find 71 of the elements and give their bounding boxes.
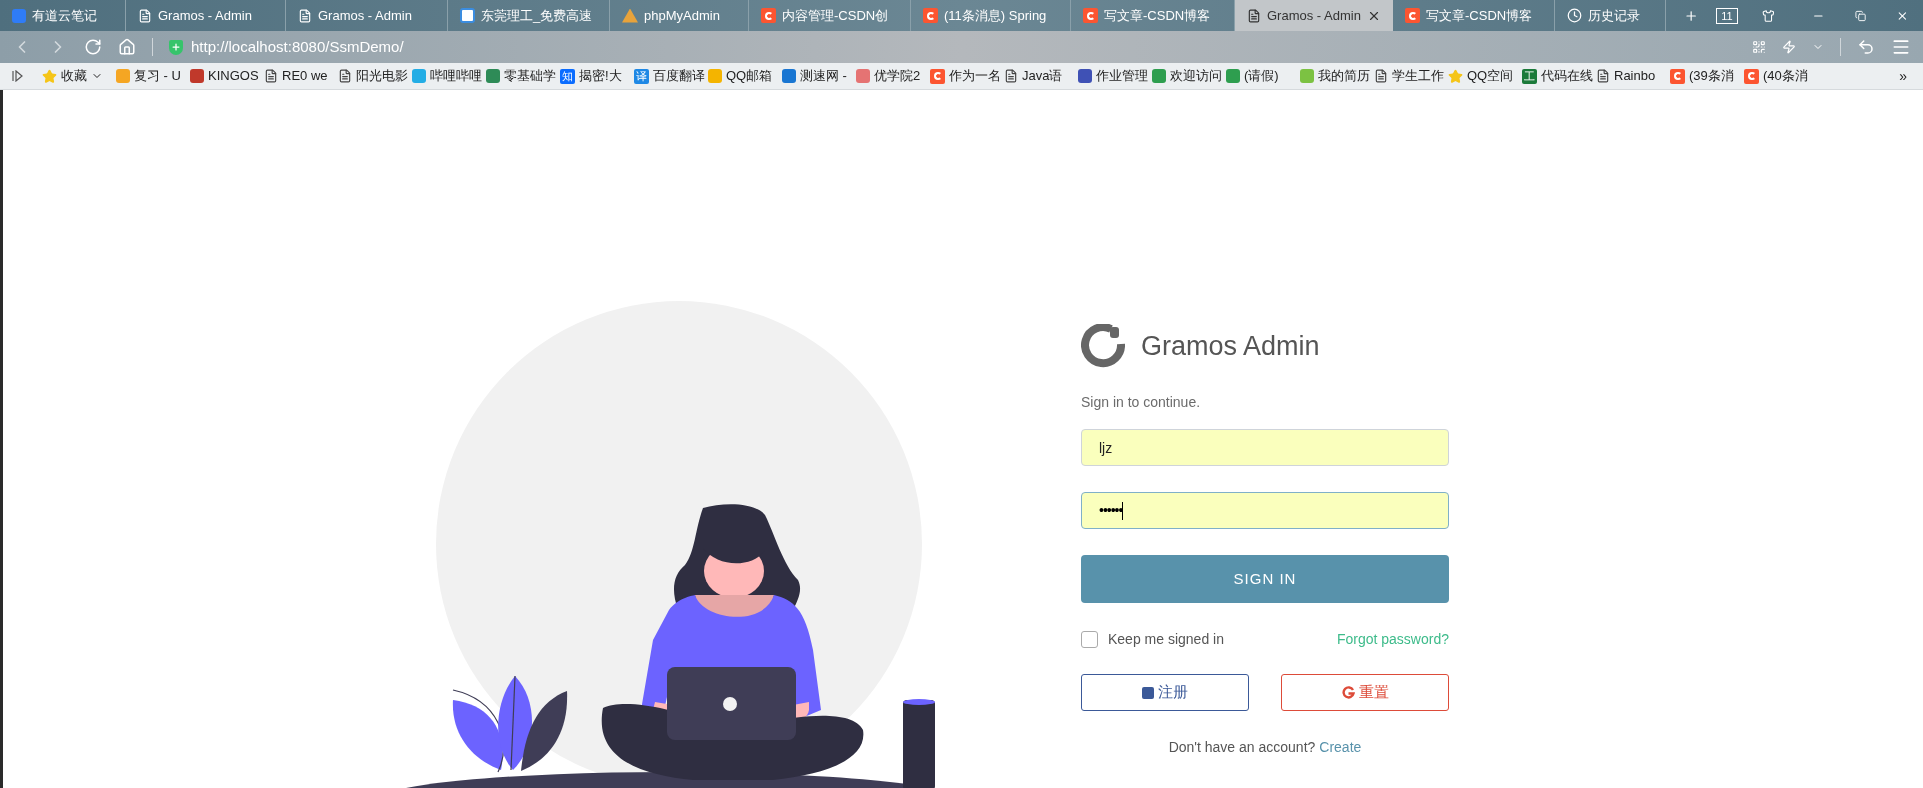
reload-icon[interactable] bbox=[84, 38, 102, 56]
logo-icon bbox=[1081, 324, 1125, 368]
bookmark[interactable]: 欢迎访问 bbox=[1152, 66, 1226, 86]
shirt-icon[interactable] bbox=[1761, 7, 1775, 24]
page-icon bbox=[298, 8, 312, 23]
bookmark[interactable]: Java语 bbox=[1004, 66, 1078, 86]
qr-code-icon[interactable] bbox=[1752, 40, 1766, 54]
c-logo-icon bbox=[1083, 8, 1098, 23]
lightning-icon[interactable] bbox=[1782, 40, 1796, 54]
bookmark[interactable]: (40条消 bbox=[1744, 66, 1818, 86]
bookmark[interactable]: QQ空间 bbox=[1448, 66, 1522, 86]
bookmark[interactable]: QQ邮箱 bbox=[708, 66, 782, 86]
tab-count[interactable]: 11 bbox=[1716, 7, 1738, 24]
checkbox[interactable] bbox=[1081, 631, 1098, 648]
bookmark[interactable]: 测速网 - bbox=[782, 66, 856, 86]
bookmark[interactable]: KINGOS bbox=[190, 66, 264, 86]
create-link[interactable]: Create bbox=[1319, 737, 1362, 758]
reset-button[interactable]: 重置 bbox=[1281, 674, 1449, 711]
shield-icon bbox=[169, 39, 183, 55]
c-logo-icon bbox=[1405, 8, 1420, 23]
register-button[interactable]: 注册 bbox=[1081, 674, 1249, 711]
username-field[interactable]: ljz bbox=[1081, 429, 1449, 466]
site-badge: 译 bbox=[634, 68, 649, 84]
facebook-icon bbox=[1142, 686, 1154, 699]
bookmark[interactable]: 哔哩哔哩 bbox=[412, 66, 486, 86]
menu-icon[interactable] bbox=[1891, 37, 1911, 57]
bookmark[interactable]: 译 百度翻译 bbox=[634, 66, 708, 86]
clock-icon bbox=[1567, 8, 1582, 23]
page-icon bbox=[138, 8, 152, 23]
site-badge: 工 bbox=[1522, 68, 1537, 84]
c-logo-icon bbox=[923, 8, 938, 23]
restore-icon[interactable] bbox=[1855, 8, 1867, 23]
bookmark[interactable]: 零基础学 bbox=[486, 66, 560, 86]
c-logo-icon bbox=[1670, 68, 1685, 84]
star-icon bbox=[42, 68, 57, 84]
bookmark[interactable]: 复习 - U bbox=[116, 66, 190, 86]
page-icon bbox=[1374, 69, 1388, 83]
bookmark[interactable]: 工 代码在线 bbox=[1522, 66, 1596, 86]
bookmark[interactable]: (请假) bbox=[1226, 66, 1300, 86]
bookmark[interactable]: (39条消 bbox=[1670, 66, 1744, 86]
c-logo-icon bbox=[930, 68, 945, 84]
bookmark[interactable]: 收藏 bbox=[42, 66, 116, 86]
bookmark[interactable]: 阳光电影 bbox=[338, 66, 412, 86]
page-icon bbox=[1247, 8, 1261, 23]
page-icon bbox=[338, 69, 352, 83]
bookmark[interactable]: 学生工作 bbox=[1374, 66, 1448, 86]
browser-tab[interactable]: Gramos - Admin bbox=[1235, 0, 1393, 31]
page-icon bbox=[1596, 69, 1610, 83]
google-icon bbox=[1341, 686, 1355, 699]
page-icon bbox=[264, 69, 278, 83]
subtitle: Sign in to continue. bbox=[1081, 393, 1202, 412]
password-field[interactable]: •••••• bbox=[1081, 492, 1449, 529]
bookmark[interactable]: RE0 we bbox=[264, 66, 338, 86]
app-title: Gramos Admin bbox=[1141, 329, 1320, 363]
bookmark[interactable]: 作为一名 bbox=[930, 66, 1004, 86]
sidebar-toggle-icon[interactable] bbox=[12, 70, 24, 82]
bookmark[interactable]: Rainbo bbox=[1596, 66, 1670, 86]
more-bookmarks[interactable]: » bbox=[1899, 65, 1907, 87]
bookmark[interactable]: 知 揭密!大 bbox=[560, 66, 634, 86]
bookmark[interactable]: 作业管理 bbox=[1078, 66, 1152, 86]
site-badge: 知 bbox=[560, 68, 575, 84]
checkbox-label: Keep me signed in bbox=[1108, 630, 1224, 649]
signup-prompt: Don't have an account? bbox=[1168, 738, 1316, 757]
home-icon[interactable] bbox=[118, 38, 136, 56]
star-icon bbox=[1448, 68, 1463, 84]
undo-icon[interactable] bbox=[1857, 38, 1875, 56]
c-logo-icon bbox=[1744, 68, 1759, 84]
bookmark[interactable]: 优学院2 bbox=[856, 66, 930, 86]
bookmark[interactable]: 我的简历 bbox=[1300, 66, 1374, 86]
c-logo-icon bbox=[761, 8, 776, 23]
page-icon bbox=[1004, 69, 1018, 83]
